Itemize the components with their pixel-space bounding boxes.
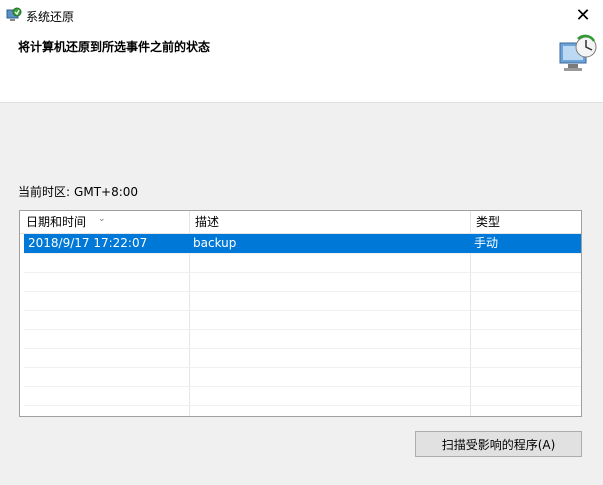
timezone-label: 当前时区:	[18, 185, 71, 199]
empty-row	[24, 329, 581, 349]
cell-type: 手动	[474, 236, 499, 250]
empty-row	[24, 386, 581, 406]
system-restore-graphic-icon	[556, 33, 600, 77]
empty-row	[24, 367, 581, 387]
page-title: 将计算机还原到所选事件之前的状态	[18, 40, 211, 54]
column-header-date[interactable]: 日期和时间 ⌄	[20, 211, 189, 233]
empty-row	[24, 272, 581, 292]
header-panel: 将计算机还原到所选事件之前的状态	[0, 30, 603, 103]
scan-affected-programs-button[interactable]: 扫描受影响的程序(A)	[415, 431, 582, 457]
sort-indicator-icon: ⌄	[98, 214, 106, 224]
system-restore-icon	[6, 7, 22, 23]
table-header: 日期和时间 ⌄ 描述 类型	[20, 211, 581, 234]
empty-row	[24, 291, 581, 311]
column-header-type[interactable]: 类型	[470, 211, 581, 233]
restore-points-table[interactable]: 日期和时间 ⌄ 描述 类型 2018/9/17 17:22:07 backup …	[19, 210, 582, 417]
cell-description: backup	[193, 236, 237, 250]
column-header-description[interactable]: 描述	[189, 211, 470, 233]
window-title: 系统还原	[26, 10, 75, 24]
table-row[interactable]: 2018/9/17 17:22:07 backup 手动	[24, 234, 581, 254]
empty-row	[24, 310, 581, 330]
current-timezone: 当前时区: GMT+8:00	[18, 183, 138, 200]
timezone-value: GMT+8:00	[74, 185, 139, 199]
close-button[interactable]: ✕	[563, 0, 603, 30]
cell-date: 2018/9/17 17:22:07	[28, 236, 148, 250]
empty-row	[24, 253, 581, 273]
close-icon: ✕	[575, 4, 591, 26]
empty-row	[24, 348, 581, 368]
title-bar: 系统还原 ✕	[0, 0, 603, 30]
